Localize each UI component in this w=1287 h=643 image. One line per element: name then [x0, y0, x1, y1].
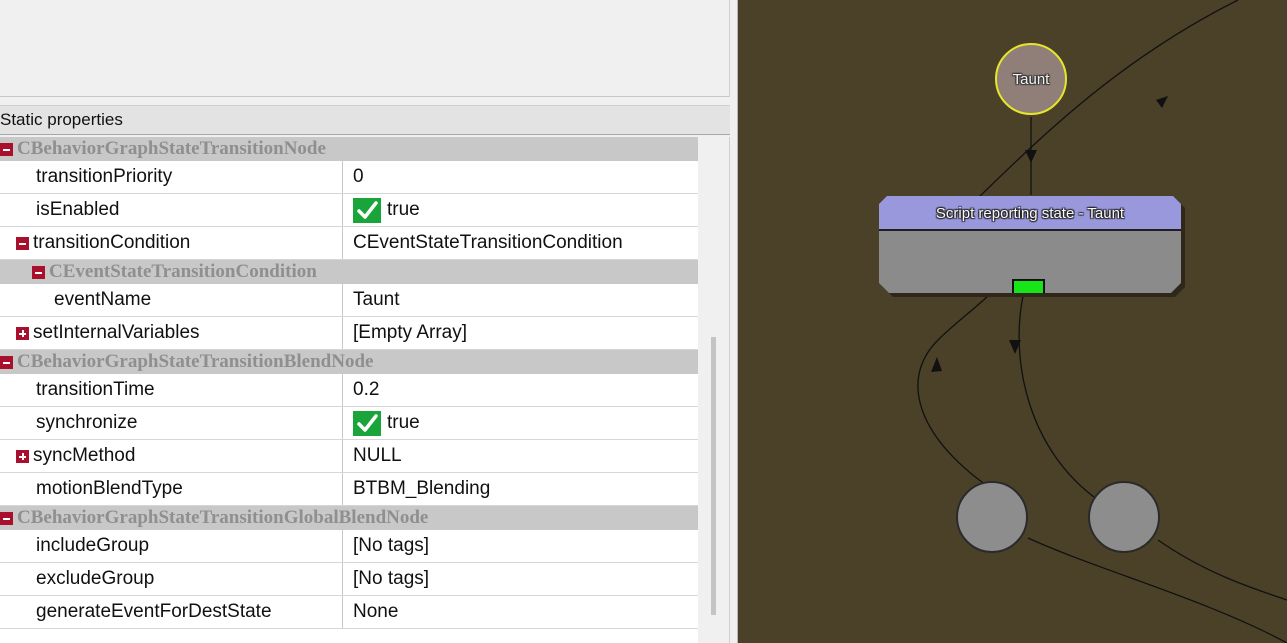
property-row[interactable]: eventName Taunt [0, 284, 698, 317]
top-empty-area [0, 0, 730, 97]
property-name: syncMethod [33, 445, 136, 466]
property-row[interactable]: synchronize true [0, 407, 698, 440]
property-value-cell[interactable]: None [343, 596, 698, 628]
script-reporting-state-node[interactable]: Script reporting state - Taunt [879, 196, 1185, 297]
property-row[interactable]: includeGroup [No tags] [0, 530, 698, 563]
vertical-scrollbar[interactable] [711, 337, 716, 615]
property-value-cell[interactable]: [No tags] [343, 530, 698, 562]
property-row[interactable]: transitionTime 0.2 [0, 374, 698, 407]
property-name-cell: includeGroup [0, 530, 343, 562]
property-value-cell[interactable]: 0 [343, 161, 698, 193]
property-value-cell[interactable]: Taunt [343, 284, 698, 316]
property-value-cell[interactable]: true [343, 407, 698, 439]
property-name: transitionTime [36, 379, 155, 400]
property-name: eventName [54, 289, 152, 310]
property-name-cell: transitionTime [0, 374, 343, 406]
property-name-cell: excludeGroup [0, 563, 343, 595]
state-node-body [879, 231, 1181, 293]
graph-node-left[interactable] [956, 481, 1028, 553]
taunt-state-node[interactable]: Taunt [995, 43, 1067, 115]
expand-icon[interactable] [16, 326, 29, 340]
property-value: 0 [353, 166, 364, 187]
collapse-icon[interactable] [16, 236, 29, 250]
collapse-icon[interactable] [32, 265, 45, 279]
property-name-cell: transitionPriority [0, 161, 343, 193]
property-value: 0.2 [353, 379, 380, 400]
property-name: synchronize [36, 412, 138, 433]
property-row[interactable]: generateEventForDestState None [0, 596, 698, 629]
property-grid: CBehaviorGraphStateTransitionNode transit… [0, 137, 698, 643]
graph-canvas[interactable]: Taunt Script reporting state - Taunt [738, 0, 1287, 643]
property-name: generateEventForDestState [36, 601, 272, 622]
property-name-cell: isEnabled [0, 194, 343, 226]
property-row[interactable]: motionBlendType BTBM_Blending [0, 473, 698, 506]
properties-panel: Static properties CBehaviorGraphStateTra… [0, 0, 738, 643]
property-value: CEventStateTransitionCondition [353, 232, 623, 253]
property-row[interactable]: transitionCondition CEventStateTransition… [0, 227, 698, 260]
property-row[interactable]: setInternalVariables [Empty Array] [0, 317, 698, 350]
property-value-cell[interactable]: true [343, 194, 698, 226]
property-value: [Empty Array] [353, 322, 468, 343]
property-value: Taunt [353, 289, 400, 310]
category-row[interactable]: CEventStateTransitionCondition [0, 260, 698, 284]
property-name: transitionPriority [36, 166, 173, 187]
property-name: setInternalVariables [33, 322, 200, 343]
property-value: [No tags] [353, 535, 430, 556]
property-row[interactable]: isEnabled true [0, 194, 698, 227]
category-label: CBehaviorGraphStateTransitionGlobalBlend… [17, 507, 429, 528]
property-value-cell[interactable]: [No tags] [343, 563, 698, 595]
property-name: transitionCondition [33, 232, 191, 253]
property-row[interactable]: transitionPriority 0 [0, 161, 698, 194]
category-header: CEventStateTransitionCondition [0, 260, 317, 284]
property-value-cell[interactable]: CEventStateTransitionCondition [343, 227, 698, 259]
category-row[interactable]: CBehaviorGraphStateTransitionNode [0, 137, 698, 161]
category-label: CBehaviorGraphStateTransitionNode [17, 138, 326, 159]
property-name-cell: syncMethod [0, 440, 343, 472]
property-value-cell[interactable]: 0.2 [343, 374, 698, 406]
property-value-cell[interactable]: NULL [343, 440, 698, 472]
collapse-icon[interactable] [0, 511, 13, 525]
collapse-icon[interactable] [0, 142, 13, 156]
property-name-cell: synchronize [0, 407, 343, 439]
state-node-divider [879, 229, 1181, 231]
property-name: motionBlendType [36, 478, 183, 499]
property-value: true [387, 199, 420, 220]
category-label: CBehaviorGraphStateTransitionBlendNode [17, 351, 374, 372]
property-row[interactable]: excludeGroup [No tags] [0, 563, 698, 596]
property-name: isEnabled [36, 199, 120, 220]
property-value: true [387, 412, 420, 433]
collapse-icon[interactable] [0, 355, 13, 369]
category-header: CBehaviorGraphStateTransitionBlendNode [0, 350, 373, 374]
property-name: excludeGroup [36, 568, 155, 589]
property-name-cell: generateEventForDestState [0, 596, 343, 628]
state-node-title: Script reporting state - Taunt [879, 196, 1181, 231]
category-row[interactable]: CBehaviorGraphStateTransitionBlendNode [0, 350, 698, 374]
property-value-cell[interactable]: [Empty Array] [343, 317, 698, 349]
property-name-cell: motionBlendType [0, 473, 343, 505]
property-value: None [353, 601, 399, 622]
checkbox-checked-icon[interactable] [353, 410, 381, 436]
category-label: CEventStateTransitionCondition [49, 261, 317, 282]
property-value-cell[interactable]: BTBM_Blending [343, 473, 698, 505]
property-value: BTBM_Blending [353, 478, 491, 499]
property-value: NULL [353, 445, 402, 466]
expand-icon[interactable] [16, 449, 29, 463]
category-header: CBehaviorGraphStateTransitionNode [0, 137, 326, 161]
checkbox-checked-icon[interactable] [353, 197, 381, 223]
property-name-cell: eventName [0, 284, 343, 316]
property-name-cell: setInternalVariables [0, 317, 343, 349]
static-properties-header: Static properties [0, 105, 730, 135]
property-name: includeGroup [36, 535, 150, 556]
taunt-node-label: Taunt [1012, 70, 1050, 88]
property-row[interactable]: syncMethod NULL [0, 440, 698, 473]
panel-splitter[interactable] [730, 0, 738, 643]
category-row[interactable]: CBehaviorGraphStateTransitionGlobalBlend… [0, 506, 698, 530]
category-header: CBehaviorGraphStateTransitionGlobalBlend… [0, 506, 428, 530]
property-name-cell: transitionCondition [0, 227, 343, 259]
property-value: [No tags] [353, 568, 430, 589]
graph-node-right[interactable] [1088, 481, 1160, 553]
